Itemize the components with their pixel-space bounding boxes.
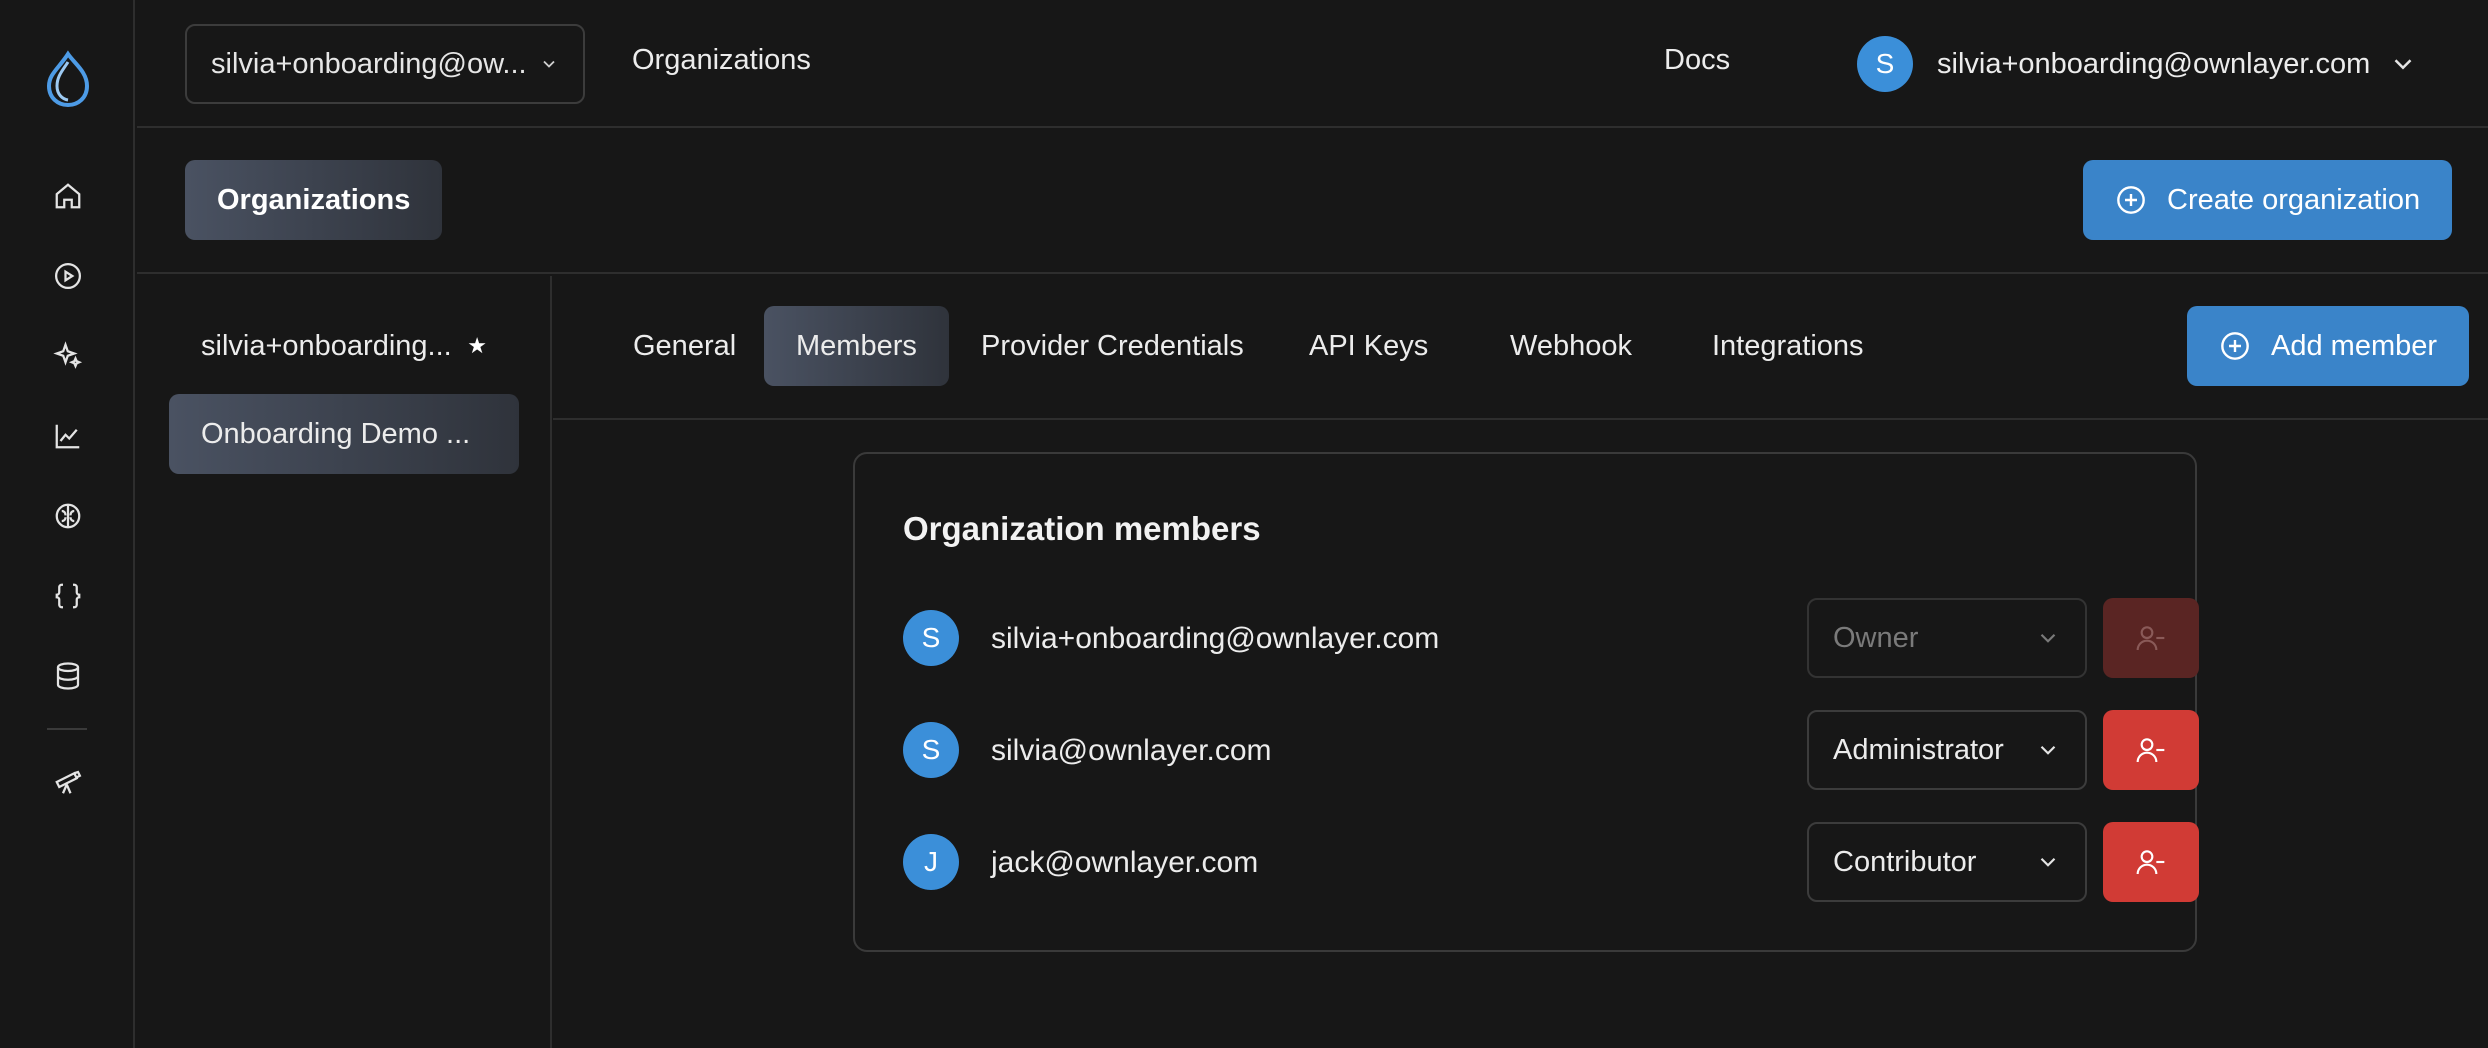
remove-member-button[interactable]: [2103, 822, 2199, 902]
star-icon: ★: [467, 333, 487, 358]
tab-api-keys[interactable]: API Keys: [1277, 306, 1460, 386]
tab-webhook[interactable]: Webhook: [1478, 306, 1664, 386]
sub-header: Organizations Create organization: [137, 130, 2488, 274]
tab-general[interactable]: General: [601, 306, 768, 386]
brain-icon[interactable]: [46, 494, 90, 538]
user-minus-icon: [2135, 622, 2167, 654]
braces-icon[interactable]: [46, 574, 90, 618]
role-select-value: Administrator: [1833, 733, 2004, 766]
add-member-button[interactable]: Add member: [2187, 306, 2470, 386]
create-organization-button[interactable]: Create organization: [2083, 160, 2453, 240]
rail-divider: [47, 728, 87, 730]
tab-integrations[interactable]: Integrations: [1680, 306, 1896, 386]
user-email: silvia+onboarding@ownlayer.com: [1937, 47, 2371, 80]
member-row: J jack@ownlayer.com Contributor: [903, 822, 2199, 902]
org-list-item-selected[interactable]: Onboarding Demo ...: [169, 394, 519, 474]
org-list-item-label: Onboarding Demo ...: [201, 417, 471, 450]
database-icon[interactable]: [46, 654, 90, 698]
role-select[interactable]: Contributor: [1807, 822, 2087, 902]
chevron-down-icon: [2035, 849, 2061, 875]
plus-circle-icon: [2115, 184, 2147, 216]
icon-rail: [0, 0, 135, 1048]
create-organization-label: Create organization: [2167, 183, 2421, 216]
chevron-down-icon: [539, 54, 559, 74]
role-select[interactable]: Administrator: [1807, 710, 2087, 790]
member-avatar: S: [903, 722, 959, 778]
role-select: Owner: [1807, 598, 2087, 678]
user-menu[interactable]: S silvia+onboarding@ownlayer.com: [1857, 35, 2418, 93]
member-email: silvia+onboarding@ownlayer.com: [991, 622, 1440, 655]
tab-members[interactable]: Members: [764, 306, 949, 386]
logo-icon[interactable]: [45, 50, 91, 108]
org-list-item-label: silvia+onboarding...: [201, 329, 452, 362]
member-email: silvia@ownlayer.com: [991, 734, 1272, 767]
user-avatar: S: [1857, 36, 1913, 92]
members-card-title: Organization members: [903, 510, 1261, 547]
remove-member-button: [2103, 598, 2199, 678]
chevron-down-icon: [2388, 49, 2418, 79]
member-avatar: S: [903, 610, 959, 666]
member-avatar: J: [903, 834, 959, 890]
role-select-value: Owner: [1833, 621, 1919, 654]
organizations-pill[interactable]: Organizations: [185, 160, 443, 240]
organization-list: silvia+onboarding... ★ Onboarding Demo .…: [137, 276, 552, 1048]
org-switcher-select[interactable]: silvia+onboarding@ow...: [185, 24, 585, 104]
member-row: S silvia@ownlayer.com Administrator: [903, 710, 2199, 790]
home-icon[interactable]: [46, 174, 90, 218]
role-select-value: Contributor: [1833, 845, 1977, 878]
telescope-icon[interactable]: [46, 760, 90, 804]
member-email: jack@ownlayer.com: [991, 846, 1259, 879]
remove-member-button[interactable]: [2103, 710, 2199, 790]
chevron-down-icon: [2035, 737, 2061, 763]
chart-icon[interactable]: [46, 414, 90, 458]
top-bar: silvia+onboarding@ow... Organizations Do…: [137, 0, 2488, 128]
user-minus-icon: [2135, 734, 2167, 766]
chevron-down-icon: [2035, 625, 2061, 651]
tab-provider-credentials[interactable]: Provider Credentials: [949, 306, 1276, 386]
member-row: S silvia+onboarding@ownlayer.com Owner: [903, 598, 2199, 678]
user-minus-icon: [2135, 846, 2167, 878]
sparkle-icon[interactable]: [46, 334, 90, 378]
plus-circle-icon: [2219, 330, 2251, 362]
org-list-item[interactable]: silvia+onboarding... ★: [169, 306, 519, 386]
org-tabs: General Members Provider Credentials API…: [553, 276, 2488, 420]
org-switcher-value: silvia+onboarding@ow...: [211, 47, 527, 80]
play-icon[interactable]: [46, 254, 90, 298]
page-title[interactable]: Organizations: [632, 44, 811, 77]
add-member-label: Add member: [2271, 329, 2438, 362]
docs-link[interactable]: Docs: [1664, 44, 1730, 77]
members-card: Organization members S silvia+onboarding…: [853, 452, 2199, 952]
